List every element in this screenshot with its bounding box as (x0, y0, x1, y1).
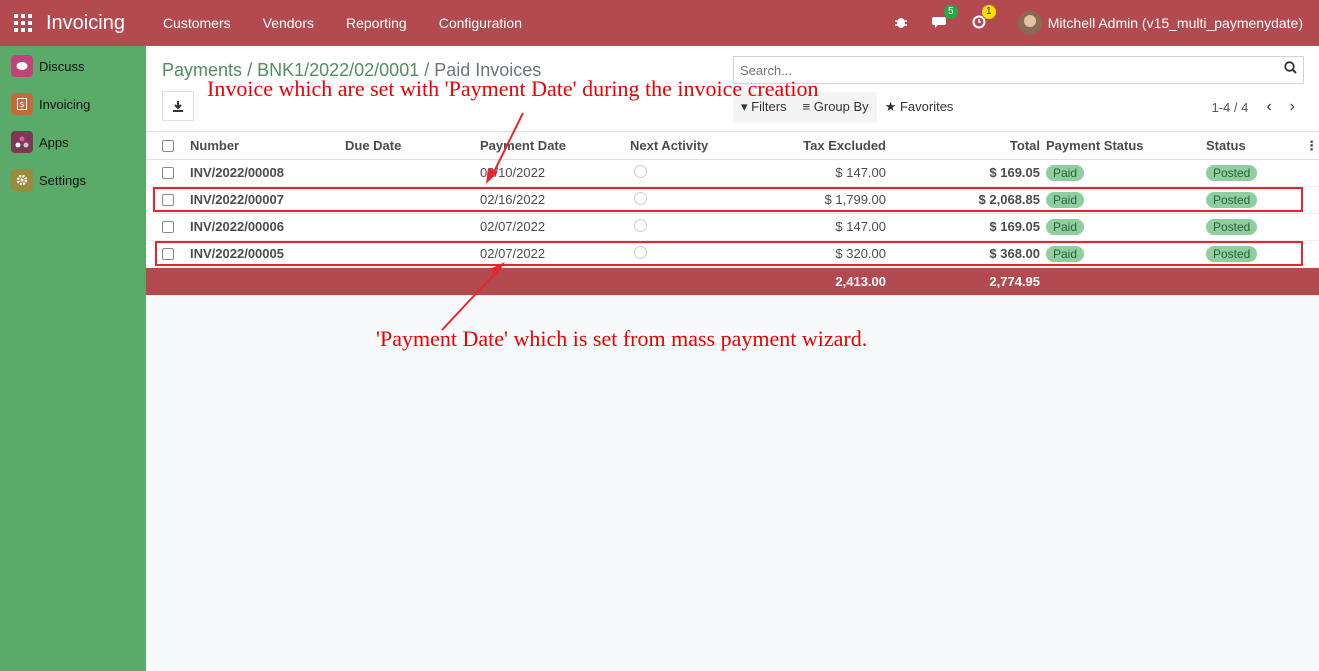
cell-number: INV/2022/00006 (190, 213, 345, 241)
cell-tax-excluded: $ 147.00 (730, 159, 886, 187)
favorites-button[interactable]: ★ Favorites (876, 92, 962, 122)
col-number[interactable]: Number (190, 133, 345, 160)
row-checkbox[interactable] (162, 220, 174, 233)
invoice-list-table: Number Due Date Payment Date Next Activi… (146, 133, 1319, 296)
search-icon[interactable] (1284, 61, 1297, 77)
messages-badge: 5 (943, 4, 958, 19)
sidebar-item-label: Discuss (39, 58, 85, 74)
col-total[interactable]: Total (886, 133, 1040, 160)
sidebar-item-apps[interactable]: Apps (0, 123, 146, 161)
highlight-box-row-4 (155, 241, 1303, 266)
menu-customers[interactable]: Customers (163, 15, 231, 31)
sidebar-item-discuss[interactable]: Discuss (0, 47, 146, 85)
sidebar-item-label: Settings (39, 172, 86, 188)
activity-clock-icon[interactable] (634, 218, 647, 232)
annotation-bottom: 'Payment Date' which is set from mass pa… (376, 326, 868, 351)
cell-total: $ 169.05 (886, 213, 1040, 241)
debug-bug-icon[interactable] (894, 15, 908, 32)
footer-total: 2,774.95 (886, 267, 1040, 296)
top-navbar: Invoicing Customers Vendors Reporting Co… (0, 0, 1319, 46)
highlight-box-row-2 (153, 187, 1303, 212)
discuss-icon (11, 55, 33, 77)
pager-next-icon[interactable]: › (1290, 98, 1295, 116)
sidebar-item-label: Apps (39, 134, 69, 150)
col-due-date[interactable]: Due Date (345, 133, 480, 160)
table-row[interactable]: INV/2022/00008 02/10/2022 $ 147.00 $ 169.05… (146, 159, 1319, 187)
sidebar: Discuss $ Invoicing Apps Settings (0, 46, 146, 671)
select-all-checkbox[interactable] (162, 139, 174, 152)
pager-previous-icon[interactable]: ‹ (1266, 98, 1271, 116)
cell-payment-date: 02/10/2022 (480, 159, 630, 187)
cell-total: $ 169.05 (886, 159, 1040, 187)
activities-clock-icon[interactable]: 1 (972, 4, 996, 32)
col-status[interactable]: Status (1206, 133, 1305, 160)
download-button[interactable] (162, 91, 194, 121)
invoicing-icon: $ (11, 93, 33, 115)
cell-tax-excluded: $ 147.00 (730, 213, 886, 241)
col-payment-date[interactable]: Payment Date (480, 133, 630, 160)
messages-icon[interactable]: 5 (931, 4, 958, 32)
menu-vendors[interactable]: Vendors (263, 15, 314, 31)
apps-icon (11, 131, 33, 153)
menu-configuration[interactable]: Configuration (439, 15, 522, 31)
payment-status-badge: Paid (1046, 164, 1085, 181)
pager-range[interactable]: 1-4 / 4 (1211, 100, 1248, 115)
cell-payment-date: 02/07/2022 (480, 213, 630, 241)
sidebar-item-invoicing[interactable]: $ Invoicing (0, 85, 146, 123)
settings-icon (11, 169, 33, 191)
table-row[interactable]: INV/2022/00006 02/07/2022 $ 147.00 $ 169.05… (146, 213, 1319, 241)
footer-tax-excluded: 2,413.00 (730, 267, 886, 296)
activities-badge: 1 (981, 4, 996, 19)
status-badge: Posted (1206, 164, 1258, 181)
avatar[interactable] (1017, 11, 1042, 35)
pager: 1-4 / 4 ‹ › (1211, 98, 1295, 116)
col-payment-status[interactable]: Payment Status (1040, 133, 1206, 160)
sidebar-item-label: Invoicing (39, 96, 91, 112)
col-tax-excluded[interactable]: Tax Excluded (730, 133, 886, 160)
status-badge: Posted (1206, 218, 1258, 235)
payment-status-badge: Paid (1046, 218, 1085, 235)
download-icon (173, 101, 183, 112)
col-next-activity[interactable]: Next Activity (630, 133, 730, 160)
optional-columns-icon[interactable]: ⋮ (1305, 133, 1319, 160)
table-header-row: Number Due Date Payment Date Next Activi… (146, 133, 1319, 160)
star-icon: ★ (884, 99, 897, 114)
cell-number: INV/2022/00008 (190, 159, 345, 187)
activity-clock-icon[interactable] (634, 164, 647, 178)
table-footer-row: 2,413.00 2,774.95 (146, 267, 1319, 296)
sidebar-item-settings[interactable]: Settings (0, 161, 146, 199)
main-content: Payments / BNK1/2022/02/0001 / Paid Invo… (146, 46, 1319, 671)
menu-reporting[interactable]: Reporting (346, 15, 407, 31)
svg-text:$: $ (19, 100, 24, 109)
row-checkbox[interactable] (162, 166, 174, 179)
app-menu-icon[interactable] (14, 14, 32, 32)
user-menu[interactable]: Mitchell Admin (v15_multi_paymenydate) (1048, 15, 1303, 31)
search-box (733, 56, 1304, 84)
cell-due-date (345, 213, 480, 241)
cell-due-date (345, 159, 480, 187)
app-brand[interactable]: Invoicing (46, 12, 125, 35)
annotation-top: Invoice which are set with 'Payment Date… (207, 76, 819, 101)
